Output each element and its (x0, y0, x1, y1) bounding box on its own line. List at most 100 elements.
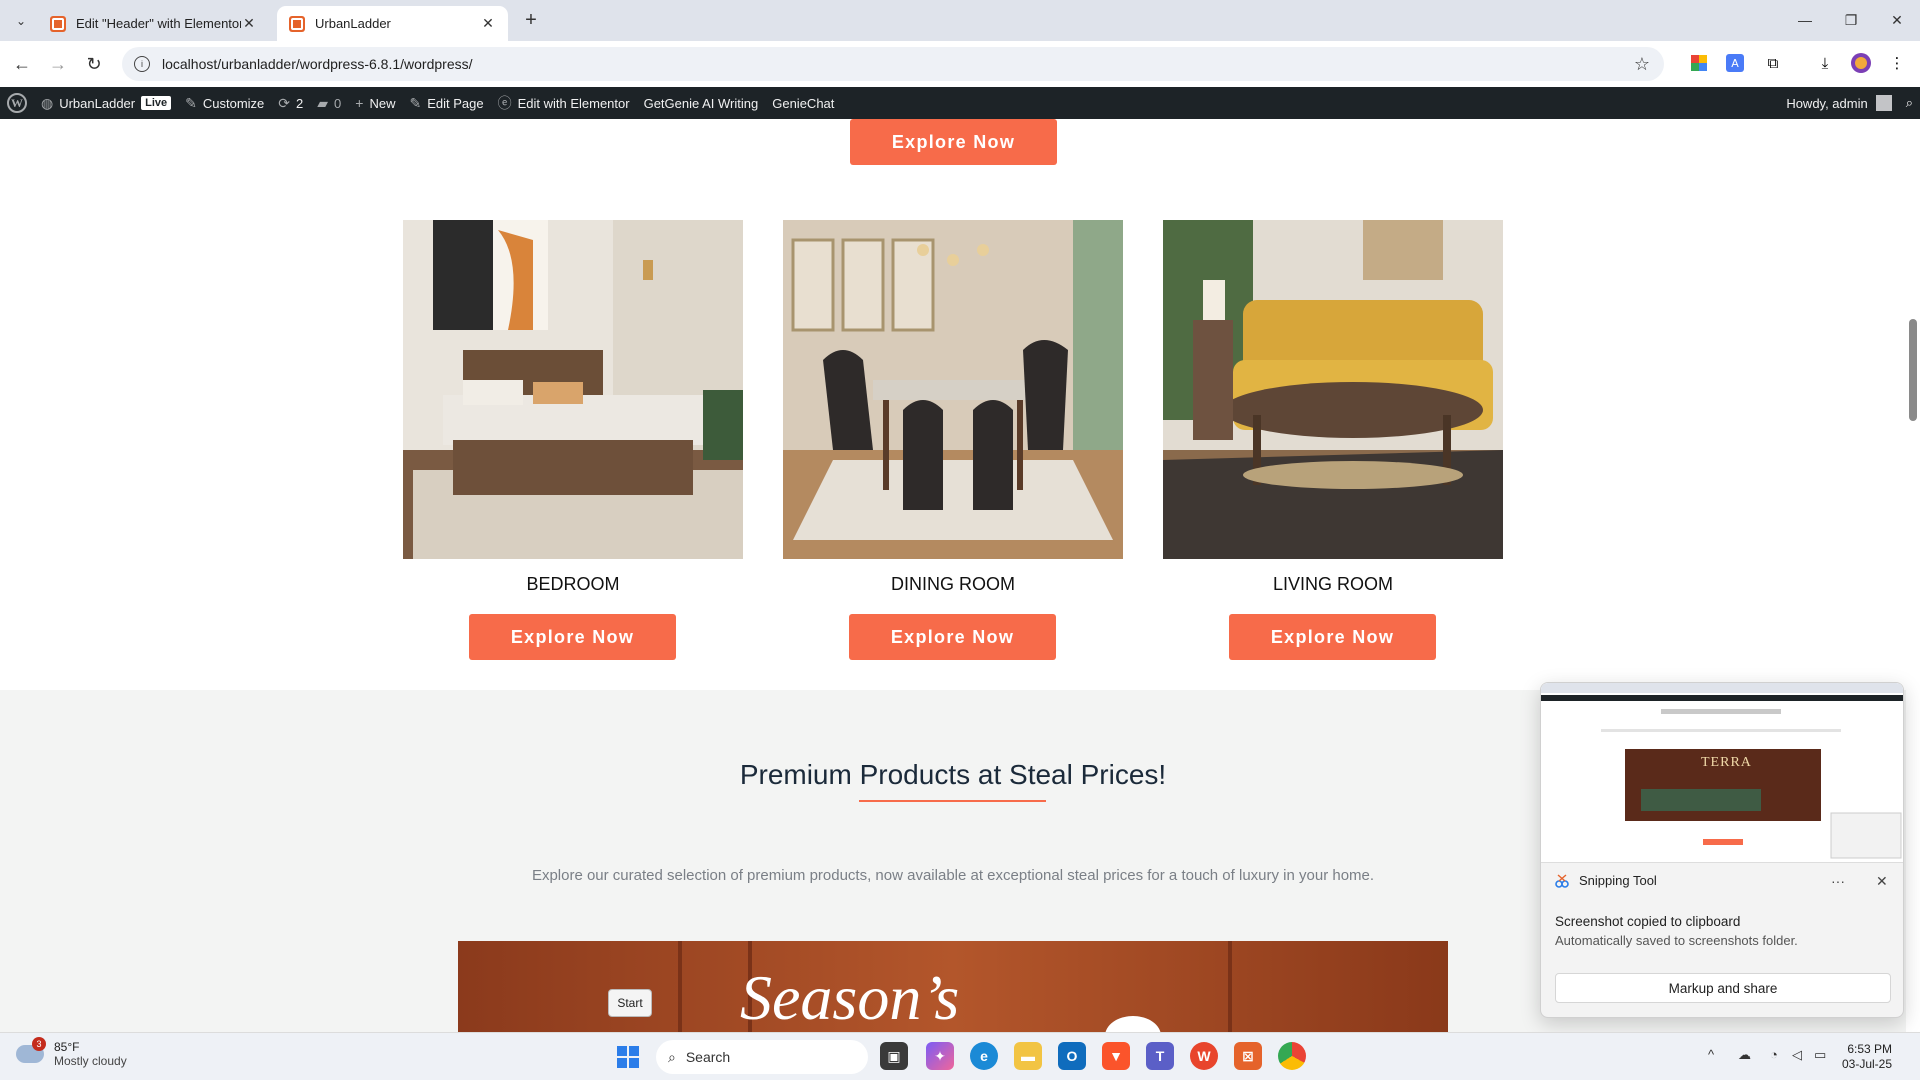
explore-living-room-button[interactable]: Explore Now (1229, 614, 1436, 660)
cloudy-weather-icon: 3 (16, 1037, 46, 1063)
section-title-underline (859, 800, 1046, 802)
copilot-icon[interactable]: ✦ (926, 1042, 954, 1070)
close-window-icon[interactable]: ✕ (1874, 8, 1920, 32)
more-options-icon[interactable]: ··· (1831, 873, 1845, 889)
url-text: localhost/urbanladder/wordpress-6.8.1/wo… (162, 56, 473, 72)
weather-badge: 3 (32, 1037, 46, 1051)
dashboard-icon: ◍ (41, 94, 54, 111)
taskbar-search[interactable]: ⌕ Search (656, 1040, 868, 1074)
page-scrollbar[interactable] (1906, 119, 1920, 1032)
markup-and-share-button[interactable]: Markup and share (1555, 973, 1891, 1003)
site-info-icon[interactable]: i (134, 56, 150, 72)
dining-room-image[interactable] (783, 220, 1123, 559)
onedrive-icon[interactable]: ☁ (1738, 1047, 1751, 1063)
elementor-favicon-icon (50, 15, 66, 32)
new-label: New (369, 95, 396, 111)
comments-link[interactable]: ▰ 0 (310, 87, 348, 119)
reload-icon[interactable]: ↻ (82, 52, 106, 76)
windows-taskbar: 3 85°F Mostly cloudy ⌕ Search ▣ ✦ e ▬ O … (0, 1032, 1920, 1080)
customize-link[interactable]: ✎ Customize (178, 87, 271, 119)
new-content-link[interactable]: + New (348, 87, 402, 119)
admin-search-icon[interactable]: ⌕ (1899, 87, 1920, 119)
wordpress-logo-button[interactable]: W (0, 87, 34, 119)
volume-icon[interactable]: ◁ (1792, 1047, 1802, 1063)
tab-close-icon[interactable]: ✕ (480, 15, 496, 32)
geniechat-label: GenieChat (772, 95, 835, 111)
plus-icon: + (355, 95, 364, 111)
wifi-icon[interactable]: ◔ (1770, 1047, 1778, 1062)
site-name-link[interactable]: ◍ UrbanLadder Live (34, 87, 178, 119)
battery-icon[interactable]: ▭ (1814, 1047, 1826, 1063)
geniechat-link[interactable]: GenieChat (765, 87, 841, 119)
thumbnail-brand-text: TERRA (1701, 755, 1752, 770)
tab-elementor-header[interactable]: Edit "Header" with Elementor ✕ (38, 6, 269, 41)
weather-temperature: 85°F (54, 1040, 80, 1054)
live-badge: Live (141, 96, 172, 110)
notification-sub-message: Automatically saved to screenshots folde… (1555, 933, 1798, 948)
bookmark-star-icon[interactable]: ☆ (1634, 54, 1650, 75)
forward-icon[interactable]: → (46, 52, 70, 76)
tab-urbanladder[interactable]: UrbanLadder ✕ (277, 6, 508, 41)
pencil-icon: ✎ (409, 94, 422, 111)
snipping-tool-notification[interactable]: TERRA Snipping Tool ··· ✕ Screenshot cop… (1540, 682, 1904, 1018)
restore-icon[interactable]: ❐ (1828, 8, 1874, 32)
snipping-tool-name: Snipping Tool (1579, 873, 1657, 888)
comments-count: 0 (334, 95, 342, 111)
howdy-label: Howdy, admin (1786, 95, 1868, 111)
edit-with-elementor-link[interactable]: ⓔ Edit with Elementor (491, 87, 637, 119)
explore-bedroom-button[interactable]: Explore Now (469, 614, 676, 660)
explore-dining-room-button[interactable]: Explore Now (849, 614, 1056, 660)
bedroom-image[interactable] (403, 220, 743, 559)
updates-link[interactable]: ⟳ 2 (271, 87, 310, 119)
edit-page-link[interactable]: ✎ Edit Page (402, 87, 490, 119)
tab-search-icon[interactable]: ⌄ (10, 10, 32, 32)
avatar (1875, 95, 1892, 111)
extensions-puzzle-icon[interactable]: ⧉ (1762, 52, 1784, 74)
chrome-icon[interactable] (1278, 1042, 1306, 1070)
extension-color-icon[interactable] (1688, 52, 1710, 74)
show-hidden-icons-icon[interactable]: ^ (1708, 1047, 1714, 1062)
system-clock[interactable]: 6:53 PM 03-Jul-25 (1842, 1042, 1892, 1072)
translate-extension-icon[interactable]: A (1724, 52, 1746, 74)
updates-icon: ⟳ (278, 94, 291, 111)
close-notification-icon[interactable]: ✕ (1876, 873, 1888, 890)
banner-heading: Season’s (740, 962, 960, 1032)
dining-room-label: DINING ROOM (891, 574, 1015, 594)
start-button[interactable] (606, 1037, 650, 1077)
tab-close-icon[interactable]: ✕ (241, 15, 257, 32)
outlook-icon[interactable]: O (1058, 1042, 1086, 1070)
living-room-label: LIVING ROOM (1272, 574, 1393, 594)
elementor-icon: ⓔ (497, 95, 512, 111)
browser-menu-icon[interactable]: ⋮ (1886, 52, 1908, 74)
weather-description: Mostly cloudy (54, 1054, 127, 1068)
getgenie-label: GetGenie AI Writing (643, 95, 759, 111)
address-bar[interactable]: i localhost/urbanladder/wordpress-6.8.1/… (122, 47, 1664, 81)
edit-elementor-label: Edit with Elementor (517, 95, 630, 111)
bedroom-label: BEDROOM (526, 574, 620, 594)
profile-avatar-icon[interactable] (1850, 52, 1872, 74)
downloads-icon[interactable]: ⤓ (1814, 52, 1836, 74)
new-tab-button[interactable]: + (520, 9, 542, 31)
wp-admin-bar: W ◍ UrbanLadder Live ✎ Customize ⟳ 2 ▰ 0… (0, 87, 1920, 119)
scrollbar-thumb[interactable] (1909, 319, 1917, 421)
account-menu[interactable]: Howdy, admin (1779, 87, 1898, 119)
file-explorer-icon[interactable]: ▬ (1014, 1042, 1042, 1070)
explore-now-top-button[interactable]: Explore Now (850, 119, 1057, 165)
weather-widget[interactable]: 3 85°F Mostly cloudy (16, 1037, 127, 1068)
brave-browser-icon[interactable]: ▼ (1102, 1042, 1130, 1070)
edge-browser-icon[interactable]: e (970, 1042, 998, 1070)
minimize-icon[interactable]: — (1782, 8, 1828, 32)
getgenie-link[interactable]: GetGenie AI Writing (637, 87, 766, 119)
clock-time: 6:53 PM (1847, 1042, 1893, 1056)
season-sale-banner[interactable]: Season’s (458, 941, 1448, 1032)
xampp-icon[interactable]: ⊠ (1234, 1042, 1262, 1070)
wps-office-icon[interactable]: W (1190, 1042, 1218, 1070)
living-room-image[interactable] (1163, 220, 1503, 559)
task-view-icon[interactable]: ▣ (880, 1042, 908, 1070)
customize-label: Customize (202, 95, 265, 111)
back-icon[interactable]: ← (10, 52, 34, 76)
screenshot-thumbnail[interactable]: TERRA (1541, 683, 1903, 863)
edit-page-label: Edit Page (427, 95, 484, 111)
teams-icon[interactable]: T (1146, 1042, 1174, 1070)
comment-icon: ▰ (317, 94, 329, 111)
